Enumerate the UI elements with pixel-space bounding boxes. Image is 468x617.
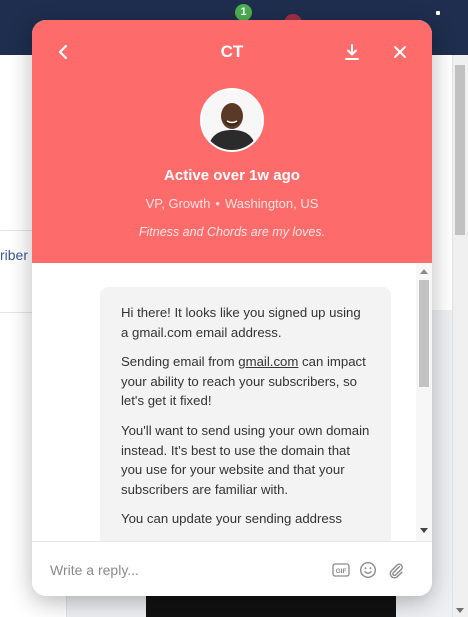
separator-dot: • (215, 196, 220, 211)
attach-button[interactable] (385, 559, 407, 581)
gif-icon: GIF (332, 563, 350, 577)
smiley-icon (359, 561, 377, 579)
contact-avatar (200, 88, 264, 152)
person-photo (202, 90, 262, 150)
scroll-up-icon[interactable] (420, 269, 428, 274)
scroll-down-icon[interactable] (456, 608, 464, 613)
download-icon (345, 44, 359, 60)
reply-input[interactable] (50, 558, 320, 582)
paperclip-icon (389, 563, 403, 579)
contact-meta: VP, Growth • Washington, US (32, 196, 432, 211)
menu-dot-icon[interactable] (436, 11, 440, 15)
scroll-down-icon[interactable] (420, 528, 428, 533)
gmail-link[interactable]: gmail.com (238, 354, 298, 369)
content-image (146, 594, 396, 617)
conversation-title: CT (220, 42, 244, 61)
contact-bio: Fitness and Chords are my loves. (138, 225, 326, 239)
messenger-window: CT Active over 1w ago VP, Growth • Washin (32, 20, 432, 596)
message-paragraph: You can update your sending address (121, 511, 342, 527)
messenger-header: CT Active over 1w ago VP, Growth • Washin (32, 20, 432, 263)
gif-button[interactable]: GIF (330, 559, 352, 581)
reply-composer: GIF (32, 541, 432, 596)
message-paragraph: Hi there! It looks like you signed up us… (121, 305, 361, 340)
message-bubble: Hi there! It looks like you signed up us… (100, 287, 391, 541)
svg-text:GIF: GIF (336, 568, 347, 575)
page-scrollbar-thumb[interactable] (455, 65, 465, 235)
emoji-button[interactable] (357, 559, 379, 581)
message-paragraph: Sending email from gmail.com can impact … (121, 354, 366, 409)
conversation-scrollbar[interactable] (416, 263, 432, 541)
conversation-area[interactable]: Hi there! It looks like you signed up us… (32, 263, 432, 541)
conversation-scrollbar-thumb[interactable] (419, 280, 429, 387)
close-button[interactable] (387, 39, 413, 65)
close-icon (394, 46, 406, 58)
download-button[interactable] (339, 39, 365, 65)
contact-role: VP, Growth (145, 196, 211, 211)
activity-status: Active over 1w ago (164, 167, 300, 184)
contact-location: Washington, US (224, 196, 319, 211)
tab-subscribers[interactable]: riber (0, 247, 28, 263)
message-paragraph: You'll want to send using your own domai… (121, 422, 370, 497)
notification-badge[interactable]: 1 (235, 4, 252, 21)
